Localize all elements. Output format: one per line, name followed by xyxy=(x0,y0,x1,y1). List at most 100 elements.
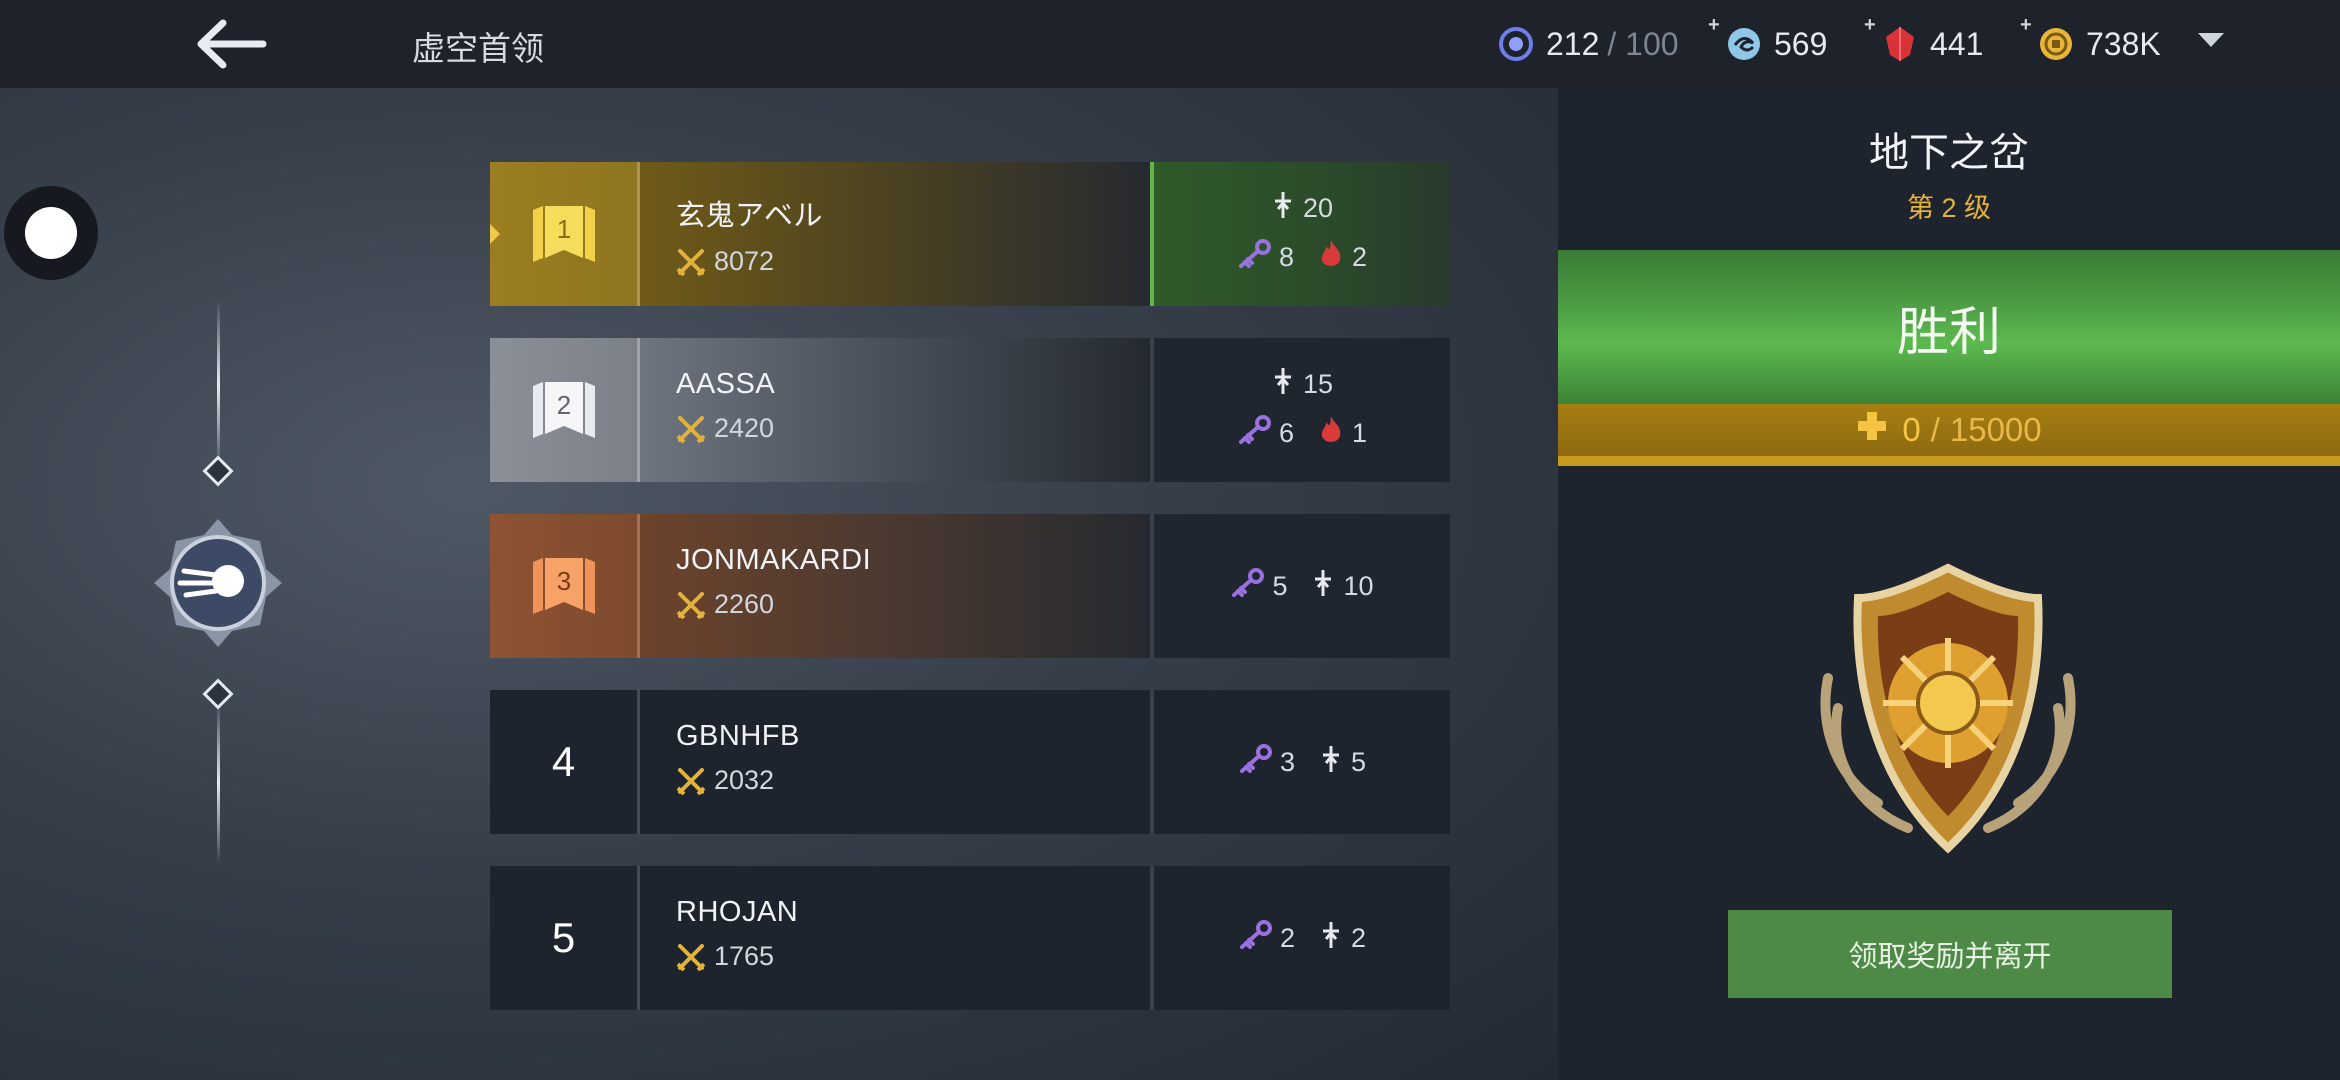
flame-icon xyxy=(1318,238,1344,277)
player-stats: 5 10 xyxy=(1150,514,1450,658)
resource-value: 212 xyxy=(1546,25,1600,62)
player-name: AASSA xyxy=(676,368,776,400)
boss-level: 第 2 级 xyxy=(1906,193,1992,223)
power-value: 2032 xyxy=(714,765,775,795)
track-line-bottom xyxy=(217,700,220,865)
rank-banner-icon: 3 xyxy=(532,558,595,614)
resource-value: 738K xyxy=(2086,25,2161,62)
player-info: RHOJAN 1765 xyxy=(640,866,1150,1010)
key-icon xyxy=(1238,743,1272,781)
resource-cap: / 100 xyxy=(1607,25,1679,62)
player-info: GBNHFB 2032 xyxy=(640,690,1150,834)
key-icon xyxy=(1238,919,1272,957)
sword-icon xyxy=(1311,569,1335,604)
stat-value: 8 xyxy=(1278,242,1294,272)
player-stats: 3 5 xyxy=(1150,690,1450,834)
player-info: JONMAKARDI 2260 xyxy=(640,514,1150,658)
sword-icon xyxy=(1319,921,1343,956)
key-icon xyxy=(1237,239,1271,276)
resources-dropdown-button[interactable] xyxy=(2196,30,2226,58)
stat-value: 2 xyxy=(1352,242,1368,272)
crossed-swords-icon xyxy=(676,590,706,620)
rank-banner-icon: 1 xyxy=(532,206,595,262)
sword-icon xyxy=(1271,191,1295,226)
ranking-row[interactable]: 4 GBNHFB 2032 3 5 xyxy=(490,690,1450,834)
progress-separator: / xyxy=(1930,411,1940,448)
comet-emblem-icon xyxy=(154,519,282,647)
sword-icon xyxy=(1319,745,1343,780)
view-toggle-button[interactable] xyxy=(4,186,98,280)
ranking-row[interactable]: 2 AASSA 2420 15 6 1 xyxy=(490,338,1450,482)
claim-reward-and-leave-button[interactable]: 领取奖励并离开 xyxy=(1728,910,2172,998)
plus-cross-icon xyxy=(1856,410,1888,450)
ranking-row[interactable]: 3 JONMAKARDI 2260 5 10 xyxy=(490,514,1450,658)
rank-badge: 1 xyxy=(490,162,640,306)
rank-number: 5 xyxy=(490,866,640,1010)
player-info: 玄鬼アベル 8072 xyxy=(640,162,1150,306)
stat-value: 10 xyxy=(1343,570,1374,601)
player-power: 2032 xyxy=(676,765,1150,796)
resource-value: 441 xyxy=(1930,25,1984,62)
player-name: 玄鬼アベル xyxy=(676,200,823,232)
victory-banner: 胜利 xyxy=(1558,250,2340,404)
back-button[interactable] xyxy=(190,12,270,76)
power-value: 8072 xyxy=(714,246,775,276)
rank-number: 3 xyxy=(556,566,570,596)
progress-current: 0 xyxy=(1902,411,1921,448)
rank-badge: 2 xyxy=(490,338,640,482)
player-stats: 2 2 xyxy=(1150,866,1450,1010)
resource-gold[interactable]: + 738K xyxy=(2020,14,2161,68)
resource-value: 569 xyxy=(1774,25,1828,62)
resource-swirl-orb[interactable]: + 569 xyxy=(1708,14,1828,68)
red-gem-icon xyxy=(1880,24,1920,64)
rank-number: 4 xyxy=(490,690,640,834)
player-name: RHOJAN xyxy=(676,896,799,928)
crossed-swords-icon xyxy=(676,247,706,277)
stat-value: 20 xyxy=(1302,193,1334,223)
player-name: GBNHFB xyxy=(676,720,800,752)
chevron-down-icon xyxy=(2198,33,2224,47)
stat-value: 1 xyxy=(1352,418,1368,448)
current-stage-node[interactable] xyxy=(150,515,286,651)
player-name: JONMAKARDI xyxy=(676,544,872,576)
stat-value: 2 xyxy=(1279,922,1295,953)
power-value: 2260 xyxy=(714,589,775,619)
resource-void-energy[interactable]: 212 / 100 xyxy=(1496,20,1679,68)
stat-value: 3 xyxy=(1279,746,1295,777)
sword-icon xyxy=(1271,367,1295,402)
reward-progress-bar: 0 / 15000 xyxy=(1558,404,2340,466)
stat-value: 6 xyxy=(1278,418,1294,448)
stat-value: 5 xyxy=(1351,746,1367,777)
rank-number: 2 xyxy=(556,390,570,420)
plus-icon: + xyxy=(1708,14,1720,36)
crossed-swords-icon xyxy=(676,766,706,796)
shield-sun-emblem-icon xyxy=(1820,563,2076,854)
swirl-orb-icon xyxy=(1724,24,1764,64)
progress-max: 15000 xyxy=(1949,411,2042,448)
result-text: 胜利 xyxy=(1896,303,2001,362)
resource-red-gem[interactable]: + 441 xyxy=(1864,14,1984,68)
ranking-row[interactable]: 5 RHOJAN 1765 2 2 xyxy=(490,866,1450,1010)
rank-banner-icon: 2 xyxy=(532,382,595,438)
stat-value: 15 xyxy=(1302,369,1334,399)
player-info: AASSA 2420 xyxy=(640,338,1150,482)
player-stats: 15 6 1 xyxy=(1150,338,1450,482)
flame-icon xyxy=(1318,414,1344,453)
track-line-top xyxy=(217,300,220,470)
crossed-swords-icon xyxy=(676,942,706,972)
back-arrow-icon xyxy=(197,19,267,69)
boss-name: 地下之岔 xyxy=(1869,131,2029,175)
plus-icon: + xyxy=(1864,14,1876,36)
key-icon xyxy=(1230,567,1265,605)
crossed-swords-icon xyxy=(676,414,706,444)
power-value: 1765 xyxy=(714,941,775,971)
boss-result-panel: 地下之岔 第 2 级 胜利 0 / 15000 领取奖励并离开 xyxy=(1558,88,2340,1080)
power-value: 2420 xyxy=(714,413,775,443)
page-title: 虚空首领 xyxy=(412,30,544,67)
gold-coin-icon xyxy=(2036,24,2076,64)
plus-icon: + xyxy=(2020,14,2032,36)
player-power: 1765 xyxy=(676,941,1150,972)
ranking-row[interactable]: 1 玄鬼アベル 8072 20 8 2 xyxy=(490,162,1450,306)
rank-badge: 3 xyxy=(490,514,640,658)
key-icon xyxy=(1237,415,1271,452)
